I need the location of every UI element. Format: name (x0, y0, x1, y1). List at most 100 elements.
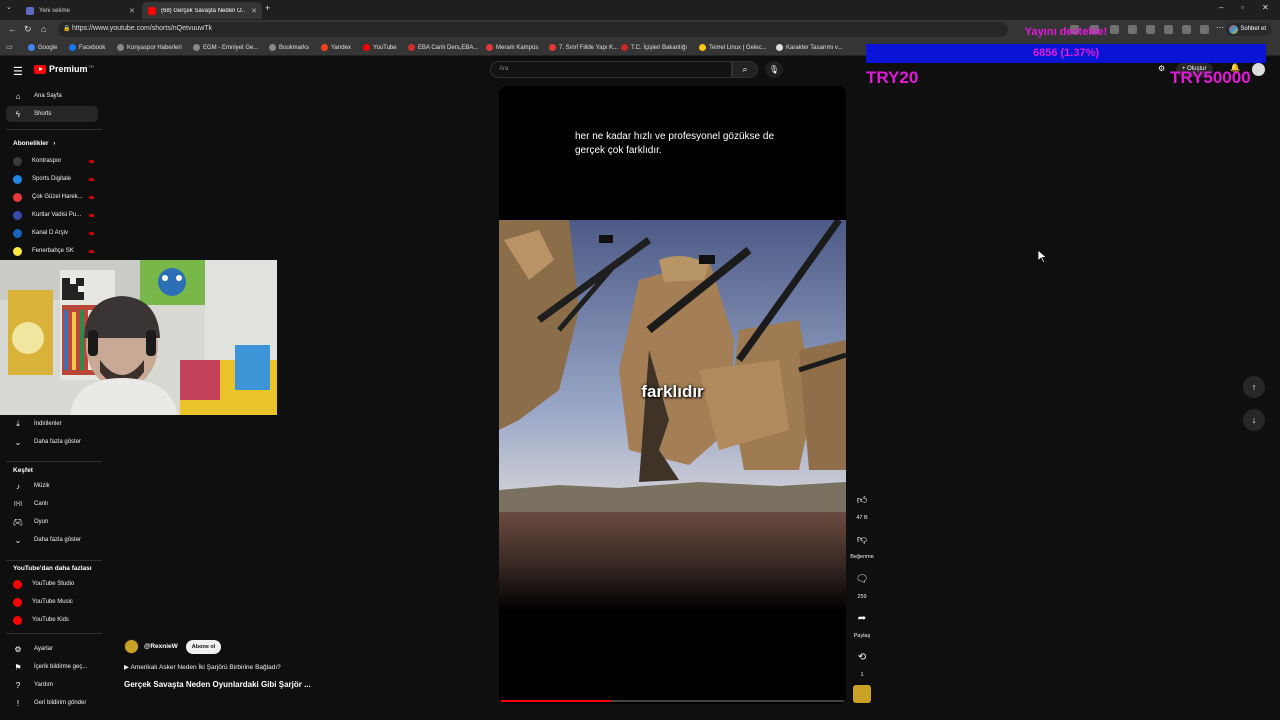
video-title[interactable]: Gerçek Savaşta Neden Oyunlardaki Gibi Şa… (124, 680, 311, 689)
bookmark-favicon-icon (321, 44, 328, 51)
remix-icon: ⟲ (857, 652, 867, 663)
channel-name[interactable]: @RexnieW (144, 643, 178, 650)
sidebar-item[interactable]: Kurtlar Vadisi Pu... (6, 207, 98, 223)
remix-button[interactable]: ⟲ 1 (849, 646, 875, 678)
bookmark-item[interactable]: 7. Sınıf Fiilde Yapı K... (549, 44, 618, 51)
sidebar-item[interactable]: Sports Digitale (6, 171, 98, 187)
channel-row: @RexnieW Abone ol (124, 639, 222, 654)
live-indicator (89, 249, 94, 253)
bookmark-item[interactable]: Bookmarks (269, 44, 309, 51)
sidebar-item[interactable]: ? Yardım (6, 677, 98, 693)
sidebar-item[interactable]: YouTube Music (6, 594, 98, 610)
voice-search-button[interactable]: 🎙 (765, 61, 783, 78)
bookmark-item[interactable]: Meram Kampüs (486, 44, 538, 51)
gear-icon[interactable]: ⚙ (1158, 64, 1165, 73)
tab-youtube[interactable]: (68) Gerçek Savaşta Neden O... ✕ (142, 2, 262, 19)
sidebar-item-home[interactable]: ⌂ Ana Sayfa (6, 88, 98, 104)
reload-icon[interactable]: ↻ (24, 24, 32, 35)
back-icon[interactable]: ← (8, 24, 17, 34)
channel-avatar (13, 174, 22, 184)
thumbs-down-icon: 👎︎ (856, 534, 868, 545)
subscriptions-heading[interactable]: Abonelikler › (13, 140, 55, 147)
sidebar-item[interactable]: ! Geri bildirim gönder (6, 695, 98, 711)
close-icon[interactable]: ✕ (129, 7, 135, 15)
donation-amount: 6856 (1.37%) (1032, 47, 1100, 59)
sidebar-item[interactable]: 🎮︎ Oyun (6, 514, 98, 530)
sidebar-item[interactable]: ⚑ İçerik bildirme geç... (6, 659, 98, 675)
like-button[interactable]: 👍︎ 47 B (849, 489, 875, 521)
live-indicator (89, 195, 94, 199)
shorts-player[interactable]: her ne kadar hızlı ve profesyonel gözüks… (499, 86, 846, 704)
logo-region: TR (88, 63, 94, 69)
bookmark-label: YouTube (373, 44, 397, 51)
close-icon[interactable]: ✕ (251, 7, 257, 15)
menu-icon[interactable]: ☰ (13, 65, 23, 78)
apps-icon[interactable]: ▭ (6, 43, 13, 51)
help-icon: ? (15, 680, 21, 690)
new-tab-plus-icon[interactable]: + (265, 3, 270, 13)
arrow-up-icon: ↑ (1251, 382, 1257, 392)
sidebar-item[interactable]: Fenerbahçe SK (6, 243, 98, 259)
window-close-icon[interactable]: ✕ (1262, 3, 1269, 12)
chevron-right-icon: › (53, 140, 56, 147)
bookmark-item[interactable]: Google (28, 44, 57, 51)
sidebar-item[interactable]: Kontraspor (6, 153, 98, 169)
sidebar-item-shorts[interactable]: ϟ Shorts (6, 106, 98, 122)
sidebar-item[interactable]: Çok Güzel Harek... (6, 189, 98, 205)
sidebar-item[interactable]: ⤓ İndirilenler (6, 416, 98, 432)
sidebar-item[interactable]: Kanal D Arşiv (6, 225, 98, 241)
sidebar-item-label: Yardım (34, 682, 53, 688)
download-icon: ⤓ (16, 419, 20, 428)
search-button[interactable]: ⌕ (732, 61, 758, 78)
sidebar-item-label: Ana Sayfa (34, 93, 62, 99)
tab-new-tab[interactable]: Yeni sekme ✕ (20, 2, 140, 19)
bookmark-item[interactable]: EBA Canlı Ders,EBA... (408, 44, 478, 51)
dislike-button[interactable]: 👎︎ Beğenme (849, 528, 875, 560)
bookmark-item[interactable]: Facebook (69, 44, 105, 51)
bookmark-item[interactable]: Temel Linux | Gelec... (699, 44, 767, 51)
sidebar-item-label: İçerik bildirme geç... (34, 664, 88, 670)
sidebar-item[interactable]: ⌄ Daha fazla göster (6, 434, 98, 450)
bookmark-item[interactable]: Karakter Tasarımı v... (776, 44, 842, 51)
sidebar-item[interactable]: ((•)) Canlı (6, 496, 98, 512)
logo-text: Premium (49, 64, 88, 74)
bookmark-item[interactable]: Konyaspor Haberleri (117, 44, 182, 51)
sound-button[interactable] (849, 685, 875, 703)
bookmark-item[interactable]: Yandex (321, 44, 351, 51)
comment-icon: 🗨︎ (855, 574, 869, 585)
sidebar-item-label: YouTube Studio (32, 581, 75, 587)
search-input[interactable]: Ara (490, 61, 732, 78)
subscribe-button[interactable]: Abone ol (185, 639, 222, 654)
sidebar-item[interactable]: ⚙ Ayarlar (6, 641, 98, 657)
channel-avatar[interactable] (124, 639, 139, 654)
shorts-icon: ϟ (15, 109, 21, 119)
sidebar-item[interactable]: ♪ Müzik (6, 478, 98, 494)
maximize-icon[interactable]: ▫ (1241, 3, 1244, 12)
video-caption: farklıdır (641, 382, 704, 401)
bookmark-item[interactable]: EGM - Emniyet Ge... (193, 44, 258, 51)
video-overlay-text: her ne kadar hızlı ve profesyonel gözüks… (575, 131, 775, 156)
sound-thumbnail-icon (853, 685, 871, 703)
mic-icon: 🎙 (768, 65, 780, 74)
next-short-button[interactable]: ↓ (1243, 409, 1265, 431)
home-icon[interactable]: ⌂ (41, 24, 46, 34)
share-button[interactable]: ➦ Paylaş (849, 607, 875, 639)
minimize-icon[interactable]: – (1219, 3, 1223, 12)
video-frame (499, 220, 846, 512)
youtube-logo[interactable]: Premium TR (34, 64, 94, 74)
bookmark-item[interactable]: YouTube (363, 44, 397, 51)
sidebar-item[interactable]: YouTube Studio (6, 576, 98, 592)
avatar[interactable] (1252, 63, 1265, 76)
explore-heading: Keşfet (13, 467, 33, 474)
bookmark-favicon-icon (117, 44, 124, 51)
previous-short-button[interactable]: ↑ (1243, 376, 1265, 398)
tab-list-icon[interactable]: ⌄ (6, 3, 12, 11)
comments-button[interactable]: 🗨︎ 259 (849, 568, 875, 600)
sidebar-item[interactable]: ⌄ Daha fazla göster (6, 532, 98, 548)
sidebar-item[interactable]: YouTube Kids (6, 612, 98, 628)
mouse-cursor-icon (1037, 249, 1048, 268)
bookmark-item[interactable]: T.C. İçişleri Bakanlığı (621, 44, 687, 51)
video-progress-bar[interactable] (501, 700, 844, 702)
bookmark-label: T.C. İçişleri Bakanlığı (631, 44, 688, 51)
video-description[interactable]: ▶ Amerikalı Asker Neden İki Şarjörü Birb… (124, 663, 281, 671)
